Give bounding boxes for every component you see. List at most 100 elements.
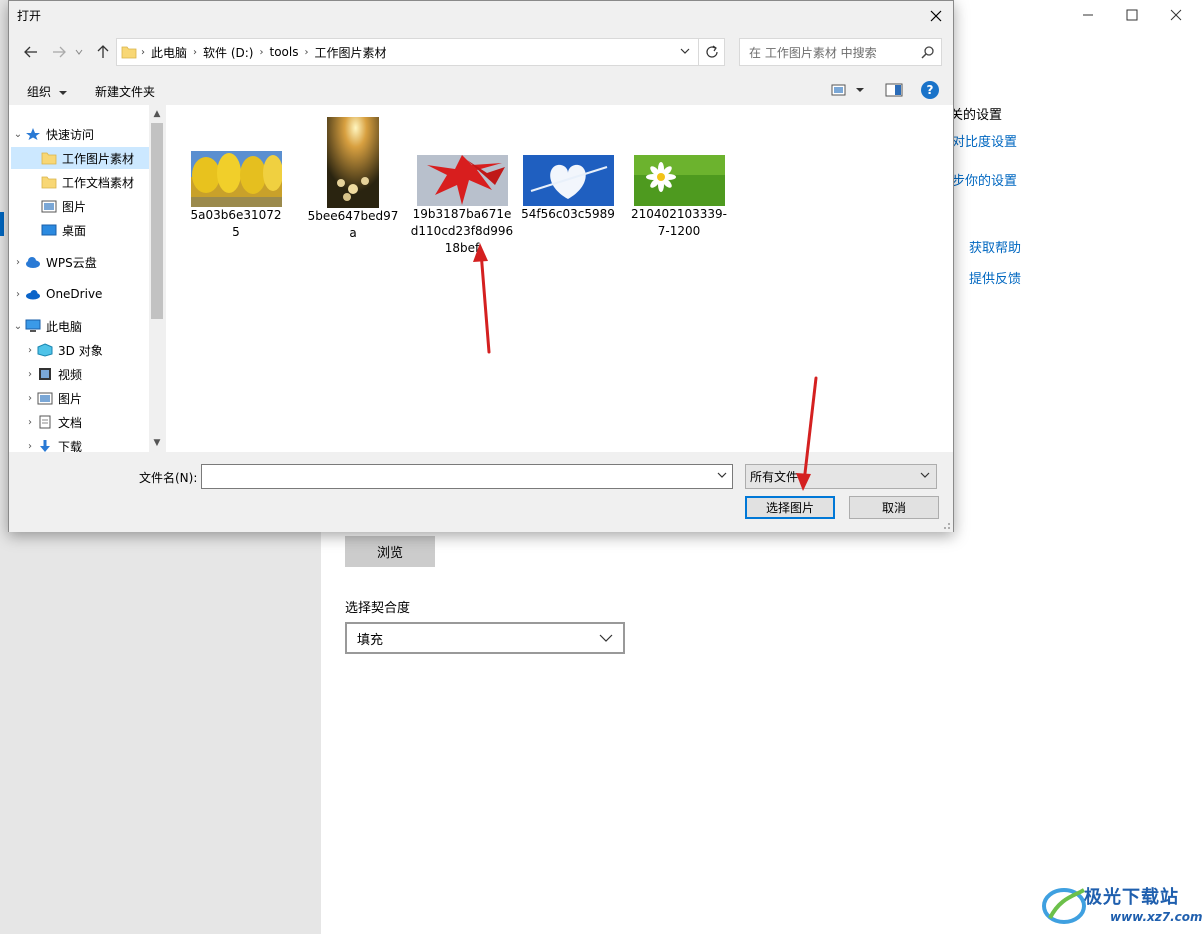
cloud-icon bbox=[26, 257, 40, 268]
nav-label: 工作图片素材 bbox=[62, 151, 135, 166]
contrast-settings-link[interactable]: 对比度设置 bbox=[952, 131, 1017, 150]
download-icon bbox=[40, 440, 50, 452]
star-icon bbox=[26, 128, 40, 140]
scroll-up-icon[interactable]: ▲ bbox=[152, 109, 162, 119]
maximize-icon[interactable] bbox=[1122, 6, 1142, 26]
file-name: 19b3187ba671ed110cd23f8d99618bef bbox=[410, 207, 514, 255]
scroll-down-icon[interactable]: ▼ bbox=[152, 438, 162, 448]
file-item[interactable]: 19b3187ba671ed110cd23f8d99618bef bbox=[410, 155, 514, 257]
chevron-down-icon[interactable] bbox=[717, 471, 727, 479]
expand-chevron-icon[interactable]: ⌄ bbox=[11, 129, 25, 140]
fit-label: 选择契合度 bbox=[345, 601, 411, 616]
help-icon[interactable]: ? bbox=[921, 81, 939, 99]
image-thumbnail bbox=[633, 155, 725, 206]
up-arrow-icon[interactable] bbox=[93, 42, 113, 62]
breadcrumb-work-images[interactable]: 工作图片素材 bbox=[308, 44, 392, 61]
sync-settings-link[interactable]: 步你的设置 bbox=[952, 170, 1017, 189]
get-help-link[interactable]: 获取帮助 bbox=[969, 237, 1021, 256]
expand-chevron-icon[interactable]: › bbox=[23, 417, 37, 428]
expand-chevron-icon[interactable]: › bbox=[11, 289, 25, 300]
expand-chevron-icon[interactable]: › bbox=[23, 441, 37, 452]
dialog-title: 打开 bbox=[17, 9, 42, 23]
nav-label: 文档 bbox=[58, 415, 83, 430]
organize-menu[interactable]: 组织 bbox=[27, 83, 67, 100]
dialog-toolbar: 组织 新建文件夹 bbox=[9, 77, 953, 105]
expand-chevron-icon[interactable]: › bbox=[23, 345, 37, 356]
cancel-button[interactable]: 取消 bbox=[849, 496, 939, 519]
desktop-icon bbox=[41, 224, 57, 236]
nav-label: 工作文档素材 bbox=[62, 175, 135, 190]
file-item[interactable]: 210402103339-7-1200 bbox=[631, 155, 727, 240]
nav-label: 3D 对象 bbox=[58, 343, 103, 358]
image-thumbnail bbox=[416, 155, 508, 206]
nav-label: 桌面 bbox=[62, 223, 87, 238]
nav-pictures[interactable]: 图片 bbox=[11, 195, 149, 217]
image-thumbnail bbox=[190, 151, 282, 207]
preview-pane-icon[interactable] bbox=[885, 83, 903, 100]
folder-icon bbox=[41, 176, 57, 189]
expand-chevron-icon[interactable]: › bbox=[23, 369, 37, 380]
view-options-icon[interactable] bbox=[831, 84, 865, 99]
nav-scrollbar[interactable]: ▲ ▼ bbox=[149, 105, 165, 452]
nav-pictures-pc[interactable]: › 图片 bbox=[23, 387, 149, 409]
fit-select-value: 填充 bbox=[357, 632, 384, 648]
feedback-link[interactable]: 提供反馈 bbox=[969, 268, 1021, 287]
back-arrow-icon[interactable] bbox=[21, 42, 41, 62]
sidebar-selection-indicator bbox=[0, 212, 4, 236]
expand-chevron-icon[interactable]: › bbox=[23, 393, 37, 404]
nav-quick-access[interactable]: ⌄ 快速访问 bbox=[11, 123, 149, 145]
chevron-down-icon[interactable] bbox=[680, 47, 690, 55]
nav-onedrive[interactable]: › OneDrive bbox=[11, 283, 149, 305]
file-name: 5a03b6e310725 bbox=[190, 208, 282, 239]
nav-wps-cloud[interactable]: › WPS云盘 bbox=[11, 251, 149, 273]
expand-chevron-icon[interactable]: ⌄ bbox=[11, 321, 25, 332]
nav-label: WPS云盘 bbox=[46, 255, 97, 270]
resize-grip-icon[interactable] bbox=[941, 520, 951, 530]
filetype-value: 所有文件 bbox=[750, 470, 799, 484]
search-input[interactable]: 在 工作图片素材 中搜索 bbox=[739, 38, 942, 66]
file-item[interactable]: 5a03b6e310725 bbox=[188, 151, 284, 241]
organize-label: 组织 bbox=[27, 85, 52, 99]
navigation-pane: ⌄ 快速访问 工作图片素材 工作文档素材 图片 桌面 › WPS云盘 › One… bbox=[9, 105, 165, 454]
fit-select[interactable]: 填充 bbox=[345, 622, 625, 654]
filename-input[interactable] bbox=[201, 464, 733, 489]
nav-label: 快速访问 bbox=[46, 127, 95, 142]
window-close-icon[interactable] bbox=[1166, 6, 1186, 26]
caret-down-icon bbox=[58, 91, 67, 95]
video-icon bbox=[39, 368, 51, 380]
nav-label: 图片 bbox=[58, 391, 83, 406]
dialog-close-icon[interactable] bbox=[925, 5, 947, 27]
search-icon bbox=[921, 46, 934, 59]
address-bar[interactable]: › 此电脑 › 软件 (D:) › tools › 工作图片素材 bbox=[116, 38, 699, 66]
minimize-icon[interactable] bbox=[1078, 6, 1098, 26]
browse-button[interactable]: 浏览 bbox=[345, 536, 435, 567]
new-folder-button[interactable]: 新建文件夹 bbox=[95, 83, 155, 100]
scrollbar-thumb[interactable] bbox=[151, 123, 163, 319]
breadcrumb-this-pc[interactable]: 此电脑 bbox=[145, 44, 193, 61]
breadcrumb-tools[interactable]: tools bbox=[263, 45, 304, 59]
forward-arrow-icon[interactable] bbox=[49, 42, 69, 62]
refresh-icon[interactable] bbox=[699, 38, 725, 66]
open-file-dialog: 打开 › 此电脑 › 软件 (D:) › tools › 工作图片素材 在 工作… bbox=[8, 0, 954, 532]
recent-locations-icon[interactable] bbox=[73, 42, 85, 62]
file-item[interactable]: 54f56c03c5989 bbox=[520, 155, 616, 223]
nav-work-docs[interactable]: 工作文档素材 bbox=[11, 171, 149, 193]
image-thumbnail bbox=[327, 117, 379, 208]
file-name: 5bee647bed97a bbox=[307, 209, 399, 240]
folder-icon bbox=[41, 152, 57, 165]
nav-work-images[interactable]: 工作图片素材 bbox=[11, 147, 149, 169]
select-image-button[interactable]: 选择图片 bbox=[745, 496, 835, 519]
nav-documents[interactable]: › 文档 bbox=[23, 411, 149, 433]
nav-3d-objects[interactable]: › 3D 对象 bbox=[23, 339, 149, 361]
file-name: 54f56c03c5989 bbox=[521, 207, 615, 221]
breadcrumb-drive-d[interactable]: 软件 (D:) bbox=[197, 44, 259, 61]
expand-chevron-icon[interactable]: › bbox=[11, 257, 25, 268]
nav-videos[interactable]: › 视频 bbox=[23, 363, 149, 385]
filetype-select[interactable]: 所有文件 bbox=[745, 464, 937, 489]
file-list: 5a03b6e310725 5bee647bed97a 19b3187ba671… bbox=[166, 105, 953, 452]
nav-desktop[interactable]: 桌面 bbox=[11, 219, 149, 241]
watermark-name: 极光下载站 bbox=[1084, 887, 1179, 908]
related-settings-heading: 关的设置 bbox=[950, 108, 1003, 123]
nav-this-pc[interactable]: ⌄ 此电脑 bbox=[11, 315, 149, 337]
file-item[interactable]: 5bee647bed97a bbox=[305, 117, 401, 242]
